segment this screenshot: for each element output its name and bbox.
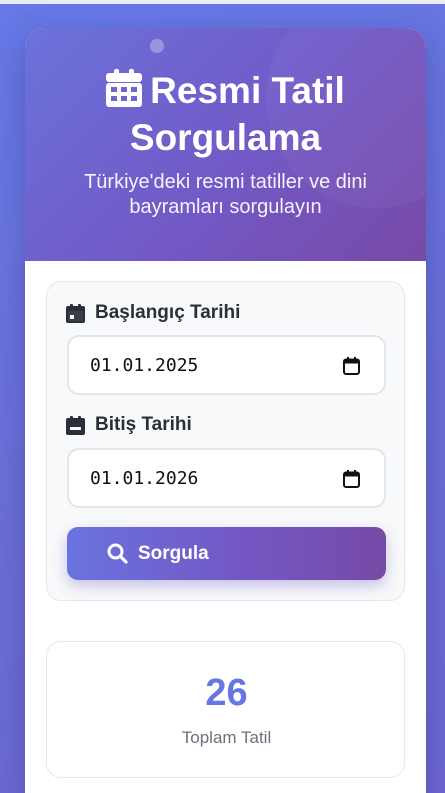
start-date-label-text: Başlangıç Tarihi	[95, 302, 241, 323]
query-form: Başlangıç Tarihi 01.01.2025 Bitiş Tarihi…	[46, 281, 405, 601]
calendar-grid-icon	[106, 69, 143, 116]
main-card: Resmi Tatil Sorgulama Türkiye'deki resmi…	[25, 28, 426, 793]
start-date-input[interactable]: 01.01.2025	[67, 335, 386, 395]
search-button-label: Sorgula	[138, 542, 209, 564]
start-date-label: Başlangıç Tarihi	[66, 302, 240, 324]
total-holidays-count: 26	[205, 672, 248, 714]
page-subtitle: Türkiye'deki resmi tatiller ve dini bayr…	[84, 171, 367, 218]
page-title: Resmi Tatil Sorgulama	[25, 69, 426, 159]
date-picker-icon[interactable]	[343, 357, 360, 375]
search-button[interactable]: Sorgula	[67, 527, 386, 580]
end-date-label: Bitiş Tarihi	[66, 414, 192, 436]
page-header: Resmi Tatil Sorgulama Türkiye'deki resmi…	[25, 28, 426, 261]
total-holidays-label: Toplam Tatil	[181, 728, 272, 747]
calendar-minus-icon	[66, 415, 85, 435]
browser-top-strip	[0, 0, 445, 4]
header-decorative-dot	[150, 39, 164, 53]
end-date-input[interactable]: 01.01.2026	[67, 448, 386, 508]
start-date-value: 01.01.2025	[90, 354, 199, 376]
end-date-value: 01.01.2026	[90, 467, 199, 489]
date-picker-icon[interactable]	[343, 470, 360, 488]
search-icon	[107, 543, 128, 564]
calendar-icon	[66, 303, 85, 323]
end-date-label-text: Bitiş Tarihi	[95, 414, 192, 435]
total-holidays-card: 26 Toplam Tatil	[46, 641, 405, 778]
page-title-text: Resmi Tatil Sorgulama	[129, 70, 345, 158]
